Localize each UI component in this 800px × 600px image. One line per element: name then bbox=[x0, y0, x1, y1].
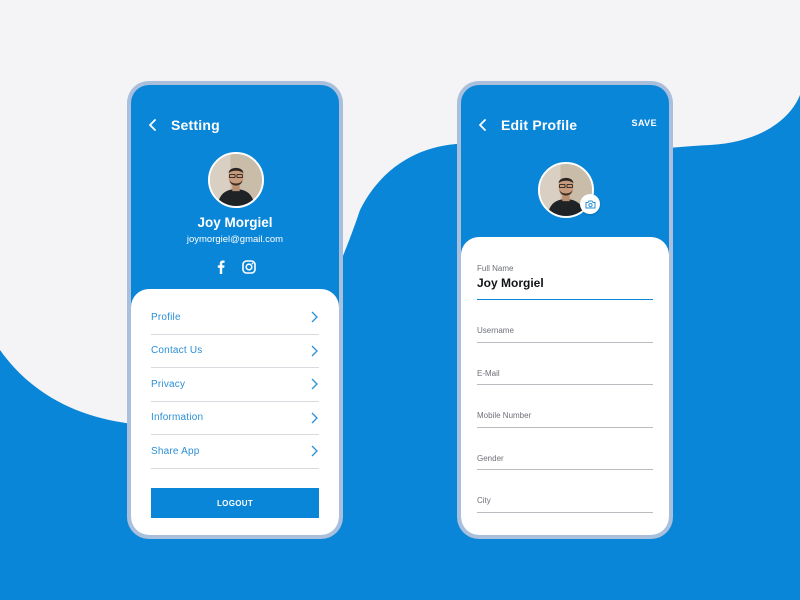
facebook-icon bbox=[217, 260, 225, 274]
background-wave bbox=[0, 95, 800, 600]
menu-item-label: Profile bbox=[151, 311, 181, 323]
setting-header: Setting bbox=[131, 115, 339, 135]
chevron-right-icon bbox=[309, 378, 319, 390]
facebook-button[interactable] bbox=[213, 259, 229, 275]
menu-item-contact-us[interactable]: Contact Us bbox=[151, 335, 319, 368]
menu-item-label: Contact Us bbox=[151, 345, 203, 357]
edit-profile-phone: Edit Profile SAVE Full Name Joy Morgiel … bbox=[457, 81, 673, 539]
setting-phone: Setting Joy Morgiel joymorgiel@gmail.com bbox=[127, 81, 343, 539]
avatar bbox=[208, 152, 264, 208]
field-label: E-Mail bbox=[477, 368, 500, 378]
instagram-button[interactable] bbox=[241, 259, 257, 275]
back-button[interactable] bbox=[139, 115, 167, 135]
page-title: Edit Profile bbox=[501, 117, 578, 133]
social-links bbox=[131, 259, 339, 275]
mobile-number-field[interactable]: Mobile Number bbox=[477, 385, 653, 428]
page-title: Setting bbox=[171, 117, 220, 133]
field-label: Mobile Number bbox=[477, 411, 532, 420]
menu-item-information[interactable]: Information bbox=[151, 402, 319, 435]
full-name-input[interactable] bbox=[477, 276, 653, 290]
full-name-field: Full Name bbox=[477, 260, 653, 300]
chevron-right-icon bbox=[309, 311, 319, 323]
field-label: City bbox=[477, 496, 491, 505]
edit-profile-form: Full Name Username E-Mail Mobile Number … bbox=[477, 260, 653, 513]
menu-item-privacy[interactable]: Privacy bbox=[151, 368, 319, 402]
change-photo-button[interactable] bbox=[580, 194, 600, 214]
field-label: Full Name bbox=[477, 264, 514, 273]
chevron-right-icon bbox=[309, 345, 319, 357]
camera-icon bbox=[585, 200, 595, 208]
chevron-left-icon bbox=[149, 119, 156, 131]
profile-email: joymorgiel@gmail.com bbox=[186, 234, 284, 245]
edit-profile-header: Edit Profile SAVE bbox=[461, 115, 669, 135]
chevron-right-icon bbox=[309, 445, 319, 457]
field-label: Gender bbox=[477, 453, 504, 463]
city-field[interactable]: City bbox=[477, 470, 653, 513]
profile-name: Joy Morgiel bbox=[197, 215, 273, 230]
username-field[interactable]: Username bbox=[477, 300, 653, 343]
logout-button[interactable]: LOGOUT bbox=[151, 488, 319, 518]
menu-item-label: Privacy bbox=[151, 378, 186, 390]
field-label: Username bbox=[477, 326, 514, 335]
save-button[interactable]: SAVE bbox=[632, 118, 657, 128]
back-button[interactable] bbox=[469, 115, 497, 135]
menu-item-share-app[interactable]: Share App bbox=[151, 435, 319, 469]
chevron-left-icon bbox=[479, 119, 486, 131]
gender-field[interactable]: Gender bbox=[477, 428, 653, 470]
instagram-icon bbox=[242, 260, 256, 274]
settings-sheet: Profile Contact Us Privacy Information S… bbox=[131, 289, 339, 535]
menu-item-profile[interactable]: Profile bbox=[151, 301, 319, 335]
chevron-right-icon bbox=[309, 412, 319, 424]
menu-item-label: Information bbox=[151, 412, 204, 424]
settings-menu: Profile Contact Us Privacy Information S… bbox=[151, 301, 319, 469]
edit-profile-screen: Edit Profile SAVE Full Name Joy Morgiel … bbox=[461, 85, 669, 535]
edit-profile-sheet: Full Name Username E-Mail Mobile Number … bbox=[461, 237, 669, 535]
menu-item-label: Share App bbox=[151, 445, 200, 457]
email-field[interactable]: E-Mail bbox=[477, 343, 653, 385]
setting-screen: Setting Joy Morgiel joymorgiel@gmail.com bbox=[131, 85, 339, 535]
